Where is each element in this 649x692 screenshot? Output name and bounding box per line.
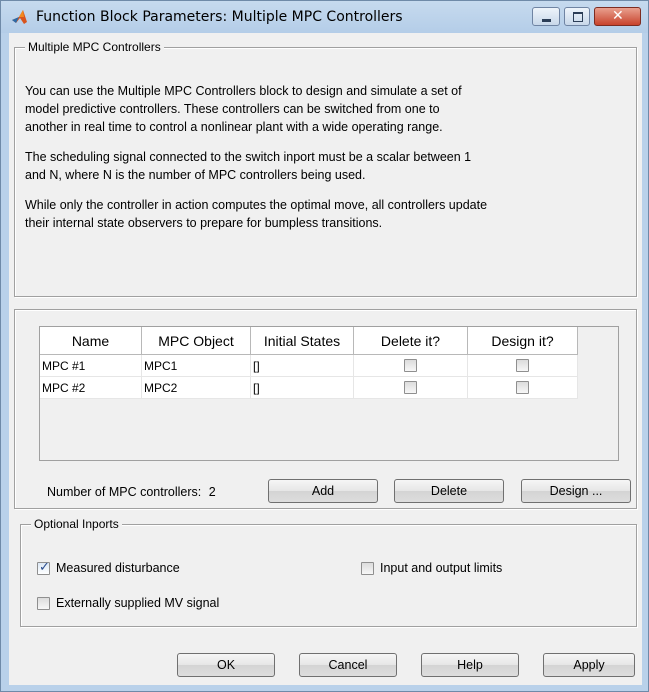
- description-text: You can use the Multiple MPC Controllers…: [25, 82, 625, 244]
- matlab-logo-icon: [12, 10, 27, 24]
- apply-button[interactable]: Apply: [543, 653, 635, 677]
- table-row[interactable]: MPC #1 MPC1 []: [40, 355, 578, 377]
- cell-delete: [354, 355, 468, 377]
- column-header-delete[interactable]: Delete it?: [354, 327, 468, 355]
- delete-checkbox[interactable]: [404, 359, 417, 372]
- controllers-table[interactable]: Name MPC Object Initial States Delete it…: [39, 326, 619, 461]
- measured-disturbance-option[interactable]: Measured disturbance: [37, 560, 180, 575]
- cell-mpc-object[interactable]: MPC2: [142, 377, 251, 399]
- cell-name[interactable]: MPC #2: [40, 377, 142, 399]
- window-title: Function Block Parameters: Multiple MPC …: [36, 9, 403, 25]
- title-bar[interactable]: Function Block Parameters: Multiple MPC …: [1, 1, 648, 33]
- dialog-window: Function Block Parameters: Multiple MPC …: [0, 0, 649, 692]
- external-mv-option[interactable]: Externally supplied MV signal: [37, 596, 219, 610]
- design-checkbox[interactable]: [516, 381, 529, 394]
- optional-inports-title: Optional Inports: [31, 517, 122, 531]
- measured-disturbance-checkbox[interactable]: [37, 560, 50, 575]
- description-paragraph: You can use the Multiple MPC Controllers…: [25, 82, 625, 136]
- column-header-mpc-object[interactable]: MPC Object: [142, 327, 251, 355]
- column-header-design[interactable]: Design it?: [468, 327, 578, 355]
- close-button[interactable]: ✕: [594, 7, 641, 26]
- design-button[interactable]: Design ...: [521, 479, 631, 503]
- delete-checkbox[interactable]: [404, 381, 417, 394]
- description-paragraph: While only the controller in action comp…: [25, 196, 625, 232]
- cell-initial-states[interactable]: []: [251, 377, 354, 399]
- design-checkbox[interactable]: [516, 359, 529, 372]
- description-line: another in real time to control a nonlin…: [25, 120, 443, 134]
- io-limits-checkbox[interactable]: [361, 561, 374, 575]
- column-header-initial-states[interactable]: Initial States: [251, 327, 354, 355]
- cell-name[interactable]: MPC #1: [40, 355, 142, 377]
- description-line: The scheduling signal connected to the s…: [25, 150, 472, 164]
- cell-delete: [354, 377, 468, 399]
- optional-inports-group: Optional Inports: [20, 517, 637, 627]
- delete-button[interactable]: Delete: [394, 479, 504, 503]
- cell-design: [468, 377, 578, 399]
- external-mv-label: Externally supplied MV signal: [56, 596, 220, 610]
- external-mv-checkbox[interactable]: [37, 596, 50, 610]
- table-header: Name MPC Object Initial States Delete it…: [40, 327, 578, 355]
- count-value: 2: [208, 485, 216, 499]
- count-label-text: Number of MPC controllers:: [47, 485, 202, 499]
- description-line: and N, where N is the number of MPC cont…: [25, 168, 366, 182]
- description-group-title: Multiple MPC Controllers: [25, 40, 164, 54]
- help-button[interactable]: Help: [421, 653, 519, 677]
- controller-count-label: Number of MPC controllers: 2: [47, 485, 216, 499]
- description-line: You can use the Multiple MPC Controllers…: [25, 84, 462, 98]
- io-limits-label: Input and output limits: [380, 561, 503, 575]
- ok-button[interactable]: OK: [177, 653, 275, 677]
- io-limits-option[interactable]: Input and output limits: [361, 561, 502, 575]
- table-row[interactable]: MPC #2 MPC2 []: [40, 377, 578, 399]
- measured-disturbance-label: Measured disturbance: [56, 561, 180, 575]
- description-line: model predictive controllers. These cont…: [25, 102, 440, 116]
- cell-initial-states[interactable]: []: [251, 355, 354, 377]
- add-button[interactable]: Add: [268, 479, 378, 503]
- cell-design: [468, 355, 578, 377]
- description-paragraph: The scheduling signal connected to the s…: [25, 148, 625, 184]
- cancel-button[interactable]: Cancel: [299, 653, 397, 677]
- close-icon: ✕: [612, 8, 624, 24]
- dialog-client-area: Multiple MPC Controllers You can use the…: [9, 33, 642, 685]
- cell-mpc-object[interactable]: MPC1: [142, 355, 251, 377]
- description-line: While only the controller in action comp…: [25, 198, 488, 212]
- column-header-name[interactable]: Name: [40, 327, 142, 355]
- minimize-button[interactable]: [532, 7, 560, 26]
- description-line: their internal state observers to prepar…: [25, 216, 383, 230]
- maximize-button[interactable]: [564, 7, 590, 26]
